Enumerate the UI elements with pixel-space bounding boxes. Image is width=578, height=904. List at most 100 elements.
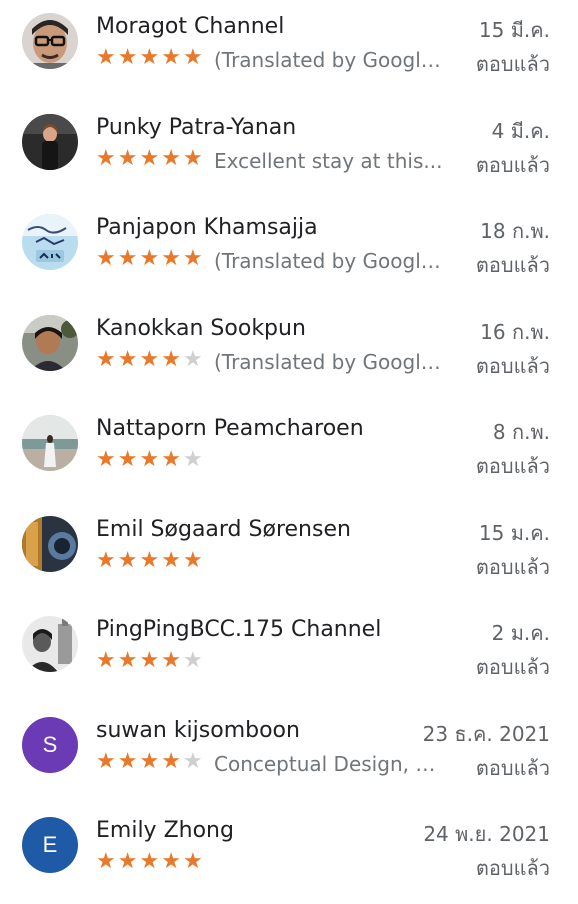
review-row[interactable]: Emil Søgaard Sørensen 15 ม.ค. ★ ★ ★ ★ ★ … — [0, 503, 578, 603]
star-icon: ★ — [161, 347, 181, 372]
star-icon: ★ — [161, 246, 181, 271]
avatar[interactable]: S — [22, 717, 78, 773]
avatar[interactable] — [22, 114, 78, 170]
star-icon: ★ — [139, 347, 160, 372]
review-date: 15 มี.ค. — [478, 18, 550, 42]
review-row[interactable]: Panjapon Khamsajja 18 ก.พ. ★ ★ ★ ★ ★ (Tr… — [0, 201, 578, 301]
review-snippet[interactable]: Excellent stay at this... — [214, 149, 446, 173]
star-icon: ★ — [139, 548, 160, 573]
star-icon: ★ — [161, 447, 181, 472]
avatar[interactable] — [22, 616, 78, 672]
star-icon: ★ — [117, 146, 138, 171]
review-date: 4 มี.ค. — [491, 119, 550, 143]
reviewer-name[interactable]: Nattaporn Peamcharoen — [96, 416, 364, 441]
reviewer-name[interactable]: suwan kijsomboon — [96, 718, 300, 743]
reviewer-name[interactable]: Panjapon Khamsajja — [96, 215, 318, 240]
reviewer-name[interactable]: PingPingBCC.175 Channel — [96, 617, 381, 642]
review-snippet[interactable]: (Translated by Google) ... — [214, 48, 446, 72]
star-icon: ★ — [96, 45, 116, 70]
avatar[interactable] — [22, 415, 78, 471]
reply-status: ตอบแล้ว — [475, 756, 550, 780]
review-row[interactable]: E Emily Zhong 24 พ.ย. 2021 ★ ★ ★ ★ ★ ตอบ… — [0, 804, 578, 904]
star-icon: ★ — [117, 246, 138, 271]
reviewer-name[interactable]: Kanokkan Sookpun — [96, 316, 306, 341]
review-row[interactable]: Kanokkan Sookpun 16 ก.พ. ★ ★ ★ ★ ★ (Tran… — [0, 302, 578, 402]
star-empty-icon: ★ — [182, 347, 203, 372]
star-rating: ★ ★ ★ ★ ★ — [96, 147, 203, 171]
star-icon: ★ — [161, 849, 181, 874]
avatar[interactable] — [22, 315, 78, 371]
avatar-initial: S — [42, 732, 58, 757]
reviewer-name[interactable]: Punky Patra-Yanan — [96, 115, 296, 140]
review-snippet[interactable]: (Translated by Google) ... — [214, 249, 446, 273]
star-icon: ★ — [96, 849, 116, 874]
avatar[interactable] — [22, 516, 78, 572]
star-icon: ★ — [139, 849, 160, 874]
star-icon: ★ — [117, 849, 138, 874]
reviewer-name[interactable]: Emil Søgaard Sørensen — [96, 517, 351, 542]
star-icon: ★ — [182, 246, 203, 271]
star-icon: ★ — [96, 146, 116, 171]
star-icon: ★ — [96, 347, 116, 372]
star-icon: ★ — [139, 447, 160, 472]
review-date: 23 ธ.ค. 2021 — [422, 722, 550, 746]
review-snippet[interactable]: (Translated by Google) ... — [214, 350, 446, 374]
review-row[interactable]: S suwan kijsomboon 23 ธ.ค. 2021 ★ ★ ★ ★ … — [0, 704, 578, 804]
star-icon: ★ — [96, 648, 116, 673]
star-icon: ★ — [182, 849, 203, 874]
star-icon: ★ — [139, 45, 160, 70]
review-date: 8 ก.พ. — [492, 420, 550, 444]
star-rating: ★ ★ ★ ★ ★ — [96, 247, 203, 271]
review-snippet[interactable]: Conceptual Design, Ti... — [214, 752, 446, 776]
review-date: 16 ก.พ. — [480, 320, 550, 344]
star-icon: ★ — [117, 749, 138, 774]
star-icon: ★ — [117, 45, 138, 70]
star-icon: ★ — [117, 648, 138, 673]
star-rating: ★ ★ ★ ★ ★ — [96, 649, 203, 673]
review-row[interactable]: Nattaporn Peamcharoen 8 ก.พ. ★ ★ ★ ★ ★ ต… — [0, 402, 578, 502]
avatar[interactable] — [22, 214, 78, 270]
star-icon: ★ — [139, 246, 160, 271]
star-empty-icon: ★ — [182, 648, 203, 673]
star-icon: ★ — [161, 749, 181, 774]
star-rating: ★ ★ ★ ★ ★ — [96, 46, 203, 70]
review-list: Moragot Channel 15 มี.ค. ★ ★ ★ ★ ★ (Tran… — [0, 0, 578, 900]
star-icon: ★ — [96, 548, 116, 573]
star-rating: ★ ★ ★ ★ ★ — [96, 750, 203, 774]
star-empty-icon: ★ — [182, 447, 203, 472]
star-icon: ★ — [182, 146, 203, 171]
star-icon: ★ — [117, 347, 138, 372]
review-row[interactable]: PingPingBCC.175 Channel 2 ม.ค. ★ ★ ★ ★ ★… — [0, 603, 578, 703]
avatar[interactable]: E — [22, 817, 78, 873]
reply-status: ตอบแล้ว — [475, 153, 550, 177]
review-row[interactable]: Moragot Channel 15 มี.ค. ★ ★ ★ ★ ★ (Tran… — [0, 0, 578, 100]
reviewer-name[interactable]: Moragot Channel — [96, 14, 284, 39]
star-icon: ★ — [96, 447, 116, 472]
reviewer-name[interactable]: Emily Zhong — [96, 818, 234, 843]
review-row[interactable]: Punky Patra-Yanan 4 มี.ค. ★ ★ ★ ★ ★ Exce… — [0, 101, 578, 201]
star-icon: ★ — [117, 447, 138, 472]
star-icon: ★ — [139, 648, 160, 673]
star-rating: ★ ★ ★ ★ ★ — [96, 348, 203, 372]
review-date: 15 ม.ค. — [478, 521, 550, 545]
star-icon: ★ — [139, 146, 160, 171]
star-rating: ★ ★ ★ ★ ★ — [96, 850, 203, 874]
reply-status: ตอบแล้ว — [475, 354, 550, 378]
star-empty-icon: ★ — [182, 749, 203, 774]
star-icon: ★ — [96, 749, 116, 774]
review-date: 18 ก.พ. — [480, 219, 550, 243]
star-icon: ★ — [161, 648, 181, 673]
avatar-initial: E — [42, 832, 58, 857]
review-date: 24 พ.ย. 2021 — [423, 822, 550, 846]
reply-status: ตอบแล้ว — [475, 52, 550, 76]
star-icon: ★ — [182, 548, 203, 573]
star-rating: ★ ★ ★ ★ ★ — [96, 549, 203, 573]
star-icon: ★ — [161, 548, 181, 573]
star-icon: ★ — [96, 246, 116, 271]
avatar[interactable] — [22, 13, 78, 69]
reply-status: ตอบแล้ว — [475, 655, 550, 679]
reply-status: ตอบแล้ว — [475, 253, 550, 277]
reply-status: ตอบแล้ว — [475, 555, 550, 579]
star-icon: ★ — [182, 45, 203, 70]
review-date: 2 ม.ค. — [491, 621, 550, 645]
